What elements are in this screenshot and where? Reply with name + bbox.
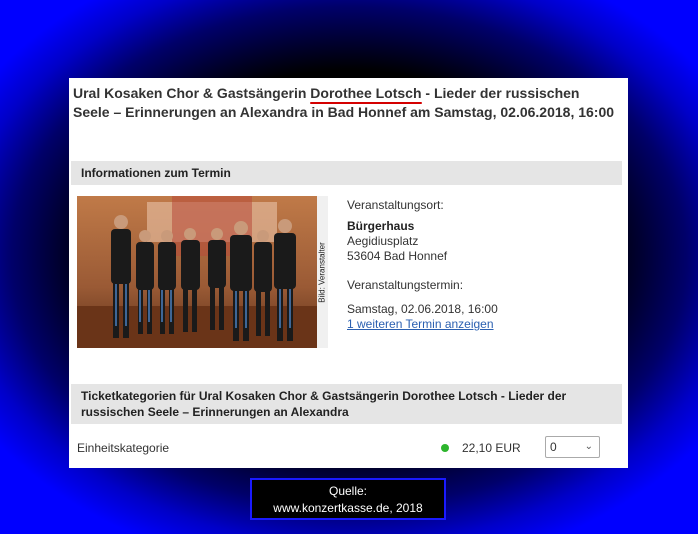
venue-street: Aegidiusplatz <box>347 234 419 248</box>
more-dates-link[interactable]: 1 weiteren Termin anzeigen <box>347 317 617 332</box>
ticket-section-header: Ticketkategorien für Ural Kosaken Chor &… <box>71 384 622 424</box>
date-value: Samstag, 02.06.2018, 16:00 <box>347 302 498 316</box>
venue-label: Veranstaltungsort: <box>347 198 444 212</box>
event-info: Veranstaltungsort: Bürgerhaus Aegidiuspl… <box>347 198 617 332</box>
quantity-select[interactable]: 0 ⌄ <box>545 436 600 458</box>
venue-city: 53604 Bad Honnef <box>347 249 448 263</box>
chevron-down-icon: ⌄ <box>584 441 593 452</box>
title-highlight: Dorothee Lotsch <box>310 85 422 101</box>
title-part-1: Ural Kosaken Chor & Gastsängerin <box>73 85 311 101</box>
ticket-price: 22,10 EUR <box>462 441 521 455</box>
quantity-value: 0 <box>550 440 557 454</box>
choir-photo-illustration <box>77 196 328 348</box>
availability-dot-icon <box>441 444 449 452</box>
event-panel: Ural Kosaken Chor & Gastsängerin Dorothe… <box>69 78 628 468</box>
date-label: Veranstaltungstermin: <box>347 278 464 292</box>
event-title: Ural Kosaken Chor & Gastsängerin Dorothe… <box>73 84 618 122</box>
ticket-row: Einheitskategorie 22,10 EUR 0 ⌄ <box>77 436 622 460</box>
venue-name: Bürgerhaus <box>347 219 415 233</box>
source-label: Quelle: <box>328 484 368 498</box>
photo-credit-text: Bild: Veranstalter <box>318 241 328 303</box>
event-photo: Bild: Veranstalter <box>77 196 328 348</box>
photo-credit: Bild: Veranstalter <box>317 196 328 348</box>
info-section-header: Informationen zum Termin <box>71 161 622 185</box>
source-url: www.konzertkasse.de, 2018 <box>273 501 423 515</box>
source-box: Quelle: www.konzertkasse.de, 2018 <box>250 478 446 520</box>
ticket-category: Einheitskategorie <box>77 441 170 455</box>
